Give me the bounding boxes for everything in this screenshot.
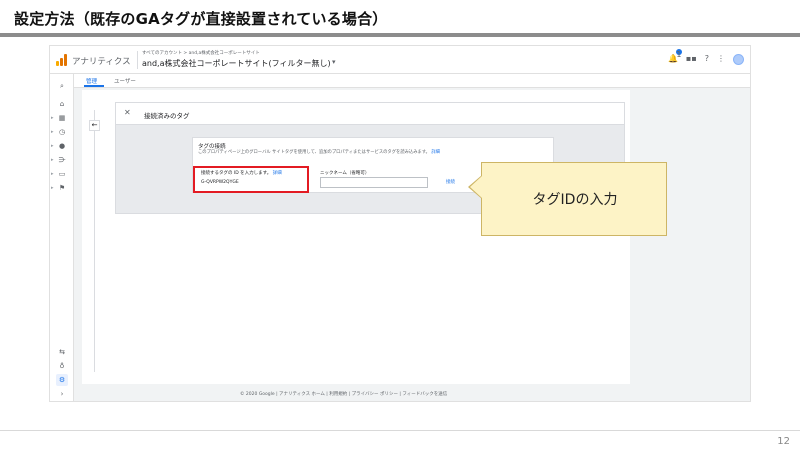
app-footer: © 2020 Google | アナリティクス ホーム | 利用規約 | プライ… [240,392,448,397]
chevron-right-icon[interactable]: ▸ [51,115,54,121]
search-icon[interactable]: ⌕ [56,80,68,92]
apps-grid-icon[interactable]: ▪▪ [686,53,697,65]
home-icon[interactable]: ⌂ [56,98,68,110]
lightbulb-icon[interactable]: ♁ [56,360,68,372]
callout-text: タグIDの入力 [532,192,618,208]
app-header: アナリティクス すべてのアカウント > and,a株式会社コーポレートサイト a… [50,46,750,74]
chevron-right-icon[interactable]: ▸ [51,129,54,135]
chevron-right-icon[interactable]: ▸ [51,143,54,149]
notification-badge: 1 [675,49,682,59]
close-icon[interactable]: ✕ [124,108,131,117]
gear-icon[interactable]: ⚙ [56,374,68,386]
header-actions: 🔔 1 ▪▪ ? ⋮ [668,49,744,65]
chevron-right-icon[interactable]: ▸ [51,171,54,177]
callout-box: タグIDの入力 [481,162,667,236]
analytics-logo-icon [56,54,68,66]
panel-title: 接続済みのタグ [144,112,190,120]
flag-icon[interactable]: ⚑ [56,182,68,194]
connect-button[interactable]: 接続 [446,179,455,185]
breadcrumb[interactable]: すべてのアカウント > and,a株式会社コーポレートサイト [142,50,260,56]
tab-user[interactable]: ユーザー [114,77,136,85]
behavior-icon[interactable]: ▭ [56,168,68,180]
help-icon[interactable]: ? [705,53,709,65]
tag-id-highlight-box [193,166,309,193]
person-icon[interactable]: ● [56,140,68,152]
product-name: アナリティクス [72,57,131,67]
header-divider [137,51,138,69]
admin-content: ← ✕ 接続済みのタグ タグの接続 このプロパティページ上のグローバル サイトタ… [82,90,630,384]
nickname-input[interactable] [320,177,428,188]
chevron-right-icon[interactable]: ▸ [51,157,54,163]
attribution-icon[interactable]: ⇆ [56,346,68,358]
chevron-right-icon[interactable]: ▸ [51,185,54,191]
clock-icon[interactable]: ◷ [56,126,68,138]
expand-icon[interactable]: › [56,388,68,400]
admin-tabs: 管理 ユーザー [74,74,750,88]
page-number: 12 [777,436,790,447]
acquisition-icon[interactable]: ⋺ [56,154,68,166]
panel-header: ✕ 接続済みのタグ [116,103,624,125]
more-vert-icon[interactable]: ⋮ [717,53,725,65]
left-navigation: ⌕ ⌂ ▸ ▦ ▸ ◷ ▸ ● ▸ ⋺ ▸ ▭ ▸ ⚑ ⇆ ♁ ⚙ › [50,74,74,401]
chevron-down-icon[interactable]: ▾ [332,58,336,66]
footer-divider [0,430,800,431]
notifications-icon[interactable]: 🔔 1 [668,49,682,65]
slide-title: 設定方法（既存のGAタグが直接設置されている場合） [14,10,388,28]
card-description: このプロパティページ上のグローバル サイトタグを使用して、追加のプロパティまたは… [198,149,440,155]
avatar[interactable] [733,53,744,65]
property-selector[interactable]: and,a株式会社コーポレートサイト(フィルター無し) [142,58,331,69]
callout-pointer-fill [470,176,482,198]
customization-icon[interactable]: ▦ [56,112,68,124]
tab-admin[interactable]: 管理 [86,77,97,85]
back-arrow-icon[interactable]: ← [89,120,100,131]
title-divider [0,33,800,37]
nickname-label: ニックネーム（省略可） [320,171,370,176]
column-divider [94,110,95,372]
card-description-text: このプロパティページ上のグローバル サイトタグを使用して、追加のプロパティまたは… [198,150,430,155]
detail-link[interactable]: 詳細 [431,150,440,155]
active-tab-indicator [84,85,104,87]
